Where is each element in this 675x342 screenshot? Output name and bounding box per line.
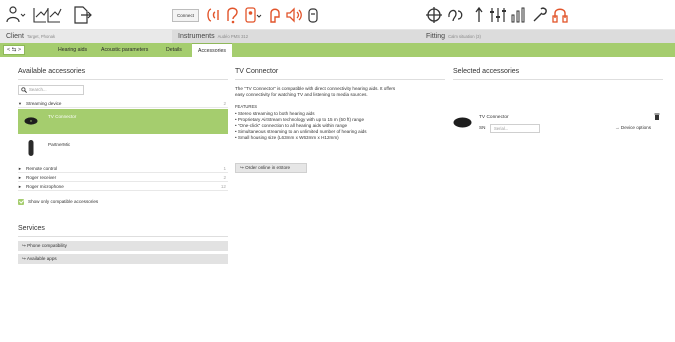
audiogram-icon[interactable] (469, 5, 489, 25)
accessory-label: TV Connector (48, 114, 77, 119)
service-phone-compatibility[interactable]: ↪ Phone compatibility (18, 241, 228, 251)
category-count: 2 (223, 101, 226, 106)
selected-item-name: TV Connector (479, 115, 509, 120)
selected-accessories-title: Selected accessories (453, 68, 520, 75)
tab-accessories[interactable]: Accessories (192, 43, 232, 57)
divider (453, 79, 663, 80)
external-link-icon: ↪ (22, 243, 26, 248)
category-roger-microphone[interactable]: ► Roger microphone 12 (18, 183, 228, 191)
category-count: 1 (223, 166, 226, 171)
tab-acoustic-parameters[interactable]: Acoustic parameters (101, 43, 148, 57)
order-label: Order online in eStore (245, 165, 291, 170)
feature-item: • Small housing size (L63mm x W63mm x H1… (235, 135, 339, 140)
features-list: • Stereo streaming to both hearing aids … (235, 111, 367, 141)
accessory-detail-title: TV Connector (235, 68, 279, 75)
serial-number-label: SN (479, 125, 486, 130)
services-title: Services (18, 225, 45, 232)
accessory-label: PartnerMic (48, 142, 71, 147)
instruments-sub: Audéo PMS 312 (217, 34, 249, 39)
collapsed-icon: ► (18, 184, 22, 189)
partnermic-device-icon (28, 140, 34, 156)
hearing-aid-right-icon[interactable] (222, 5, 242, 25)
category-label: Roger microphone (26, 184, 64, 189)
category-roger-receiver[interactable]: ► Roger receiver 2 (18, 174, 228, 182)
fitting-label: Fitting (426, 33, 446, 40)
streamer-icon[interactable] (284, 5, 304, 25)
service-available-apps[interactable]: ↪ Available apps (18, 254, 228, 264)
divider (235, 79, 445, 80)
tab-navigation[interactable]: < ⇆ > (3, 45, 25, 55)
serial-placeholder: Serial... (494, 126, 509, 131)
external-link-icon: ↪ (22, 256, 26, 261)
tab-hearing-aids[interactable]: Hearing aids (58, 43, 87, 57)
service-label: Phone compatibility (27, 243, 67, 248)
accessory-item-tv-connector[interactable]: TV Connector (18, 109, 228, 134)
collapsed-icon: ► (18, 166, 22, 171)
search-input[interactable]: Search... (18, 85, 84, 95)
compatible-only-label: Show only compatible accessories (28, 199, 99, 204)
search-placeholder: Search... (29, 87, 47, 92)
expanded-icon: ▼ (18, 101, 22, 106)
category-count: 2 (223, 175, 226, 180)
instruments-label: Instruments (178, 33, 215, 40)
lock-icon[interactable] (550, 5, 570, 25)
tab-details[interactable]: Details (166, 43, 182, 57)
collapsed-icon: ► (18, 175, 22, 180)
features-heading: FEATURES (235, 104, 258, 109)
feedback-test-icon[interactable] (446, 5, 466, 25)
tv-connector-device-icon (453, 117, 472, 128)
category-label: Remote control (26, 166, 58, 171)
category-label: Streaming device (26, 101, 62, 106)
divider (18, 79, 228, 80)
category-streaming-device[interactable]: ▼ Streaming device 2 (18, 100, 228, 108)
available-accessories-title: Available accessories (18, 68, 86, 75)
service-label: Available apps (26, 256, 57, 261)
fine-tuning-icon[interactable] (488, 5, 508, 25)
client-section[interactable]: Client Target, Phonak (0, 30, 172, 43)
sync-icon[interactable] (424, 5, 444, 25)
device-options-link[interactable]: → Device options (615, 125, 651, 130)
equalizer-icon[interactable] (509, 5, 529, 25)
arrow-right-icon: → (615, 125, 620, 130)
device-status-icon[interactable] (242, 5, 262, 25)
accessory-item-partnermic[interactable]: PartnerMic (18, 135, 228, 163)
hearing-aid-left-icon[interactable] (204, 5, 224, 25)
user-menu-icon[interactable] (6, 5, 26, 25)
sessions-icon[interactable] (32, 5, 62, 25)
search-icon (21, 87, 27, 93)
fitting-section[interactable]: Fitting Calm situation (3) (422, 30, 675, 43)
client-label: Client (6, 33, 24, 40)
connect-button[interactable]: Connect (172, 9, 199, 22)
serial-number-input[interactable]: Serial... (490, 124, 540, 133)
category-remote-control[interactable]: ► Remote control 1 (18, 165, 228, 173)
delete-icon[interactable] (654, 113, 660, 120)
battery-icon[interactable] (303, 5, 323, 25)
export-icon[interactable] (72, 5, 92, 25)
device-options-label: Device options (620, 125, 652, 130)
accessory-description-line-2: easy connectivity for watching TV and li… (235, 92, 368, 97)
tv-connector-device-icon (24, 117, 38, 125)
instruments-section[interactable]: Instruments Audéo PMS 312 (172, 30, 422, 43)
order-estore-button[interactable]: ↪ Order online in eStore (235, 163, 307, 173)
external-link-icon: ↪ (240, 165, 244, 170)
earpiece-icon[interactable] (266, 5, 286, 25)
tab-bar: < ⇆ > Hearing aids Acoustic parameters D… (0, 43, 675, 57)
category-label: Roger receiver (26, 175, 57, 180)
fitting-sub: Calm situation (3) (448, 34, 481, 39)
top-toolbar: Connect (0, 0, 675, 30)
divider (18, 236, 228, 237)
compatible-only-checkbox[interactable] (18, 199, 24, 205)
category-count: 12 (220, 184, 226, 189)
tools-icon[interactable] (530, 5, 550, 25)
client-sub: Target, Phonak (26, 34, 56, 39)
